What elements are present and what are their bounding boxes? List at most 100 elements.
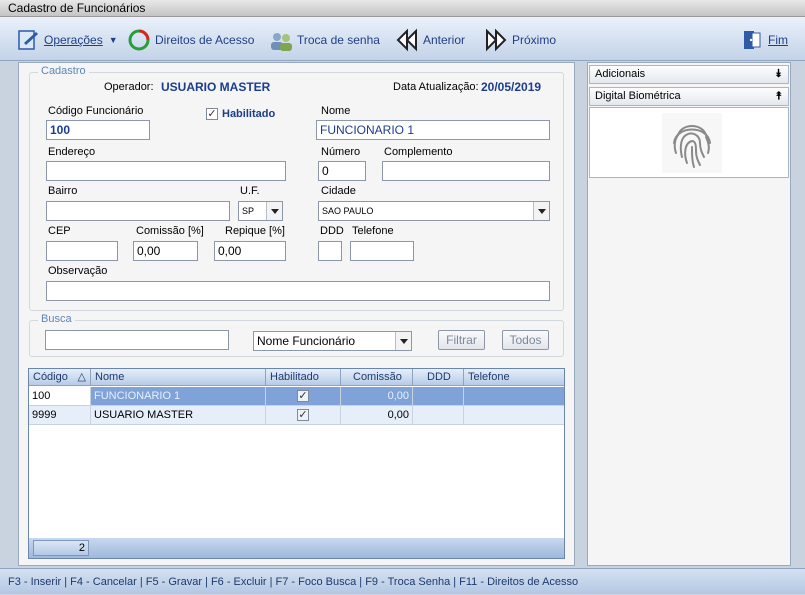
ddd-field[interactable] [318,241,342,261]
habilitado-label: Habilitado [222,108,276,120]
header-telefone[interactable]: Telefone [464,369,564,386]
cell-telefone [464,387,564,406]
grid-footer: 2 [29,538,564,558]
toolbar: Operações ▼ Direitos de Acesso Troca de … [0,17,805,61]
complemento-field[interactable] [382,161,550,181]
cell-telefone [464,406,564,425]
search-field-select[interactable]: Nome Funcionário [253,331,412,351]
header-ddd[interactable]: DDD [413,369,464,386]
chevron-down-icon: ▼ [108,35,118,45]
digital-content [589,107,789,178]
grid-header: Código △ Nome Habilitado Comissão DDD Te… [29,369,564,386]
busca-group-title: Busca [38,313,75,325]
cell-nome: FUNCIONARIO 1 [91,387,266,406]
uf-value: SP [242,206,255,216]
search-field-value: Nome Funcionário [257,334,356,348]
direitos-button[interactable]: Direitos de Acesso [127,27,254,53]
operacoes-label: Operações [44,33,103,47]
window-title: Cadastro de Funcionários [0,0,805,17]
repique-field[interactable]: 0,00 [214,241,286,261]
codigo-label: Código Funcionário [48,105,144,117]
cadastro-group-title: Cadastro [38,65,89,77]
uf-select[interactable]: SP [238,201,283,221]
search-input[interactable] [45,330,229,350]
ddd-label: DDD [320,225,344,237]
cell-ddd [413,406,464,425]
proximo-label: Próximo [512,33,557,47]
cell-comissao: 0,00 [341,406,413,425]
operador-value: USUARIO MASTER [161,80,271,94]
adicionais-header[interactable]: Adicionais ⯯ [589,65,789,84]
record-count: 2 [33,540,89,556]
numero-label: Número [321,146,361,158]
cell-habilitado: ✓ [266,406,341,425]
header-habilitado[interactable]: Habilitado [266,369,341,386]
shortcut-bar: F3 - Inserir | F4 - Cancelar | F5 - Grav… [0,568,805,594]
sort-asc-icon: △ [77,371,86,383]
table-row[interactable]: 100 FUNCIONARIO 1 ✓ 0,00 [29,387,564,406]
endereco-label: Endereço [48,146,96,158]
fingerprint-icon[interactable] [662,113,722,173]
cep-field[interactable] [46,241,118,261]
cidade-label: Cidade [321,185,356,197]
row-habilitado-checkbox[interactable]: ✓ [297,390,309,402]
anterior-button[interactable]: Anterior [395,27,465,53]
cidade-select[interactable]: SAO PAULO [318,201,550,221]
cell-habilitado: ✓ [266,387,341,406]
row-habilitado-checkbox[interactable]: ✓ [297,409,309,421]
chevron-down-icon [533,202,549,220]
cell-nome: USUARIO MASTER [91,406,266,425]
codigo-field[interactable]: 100 [46,120,150,140]
header-codigo-label: Código [33,371,68,383]
operacoes-icon [18,30,38,50]
troca-senha-button[interactable]: Troca de senha [269,27,380,53]
nome-field[interactable]: FUNCIONARIO 1 [316,120,550,140]
anterior-label: Anterior [423,33,466,47]
telefone-field[interactable] [350,241,414,261]
todos-button[interactable]: Todos [502,330,549,350]
comissao-label: Comissão [%] [136,225,204,237]
telefone-label: Telefone [352,225,394,237]
bairro-label: Bairro [48,185,78,197]
habilitado-checkbox[interactable]: ✓ [206,108,218,120]
fim-button[interactable]: Fim [740,27,788,53]
operacoes-button[interactable]: Operações ▼ [16,27,118,53]
fim-label: Fim [768,33,788,47]
chevron-down-icon [395,332,411,350]
anterior-icon [396,28,417,52]
complemento-label: Complemento [384,146,453,158]
filtrar-button[interactable]: Filtrar [438,330,485,350]
cell-codigo: 100 [29,387,91,406]
observacao-field[interactable] [46,281,550,301]
numero-field[interactable]: 0 [318,161,366,181]
operador-label: Operador: [104,81,154,93]
bairro-field[interactable] [46,201,230,221]
cep-label: CEP [48,225,71,237]
cell-comissao: 0,00 [341,387,413,406]
adicionais-label: Adicionais [595,68,646,80]
digital-label: Digital Biométrica [595,90,681,102]
header-codigo[interactable]: Código △ [29,369,91,386]
header-comissao[interactable]: Comissão [341,369,413,386]
chevron-down-icon [266,202,282,220]
funcionarios-grid: Código △ Nome Habilitado Comissão DDD Te… [28,368,565,559]
digital-header[interactable]: Digital Biométrica ⯭ [589,87,789,106]
troca-senha-icon [271,33,292,51]
table-row[interactable]: 9999 USUARIO MASTER ✓ 0,00 [29,406,564,425]
troca-senha-label: Troca de senha [297,33,380,47]
cidade-value: SAO PAULO [322,206,374,216]
expand-icon: ⯯ [775,68,782,80]
cell-codigo: 9999 [29,406,91,425]
collapse-icon: ⯭ [775,90,782,102]
direitos-label: Direitos de Acesso [155,33,255,47]
endereco-field[interactable] [46,161,286,181]
data-atualizacao-label: Data Atualização: [393,81,479,93]
repique-label: Repique [%] [225,225,285,237]
cell-ddd [413,387,464,406]
proximo-icon [486,28,507,52]
fim-icon [744,31,761,49]
header-nome[interactable]: Nome [91,369,266,386]
proximo-button[interactable]: Próximo [484,27,556,53]
nome-label: Nome [321,105,351,117]
comissao-field[interactable]: 0,00 [133,241,198,261]
